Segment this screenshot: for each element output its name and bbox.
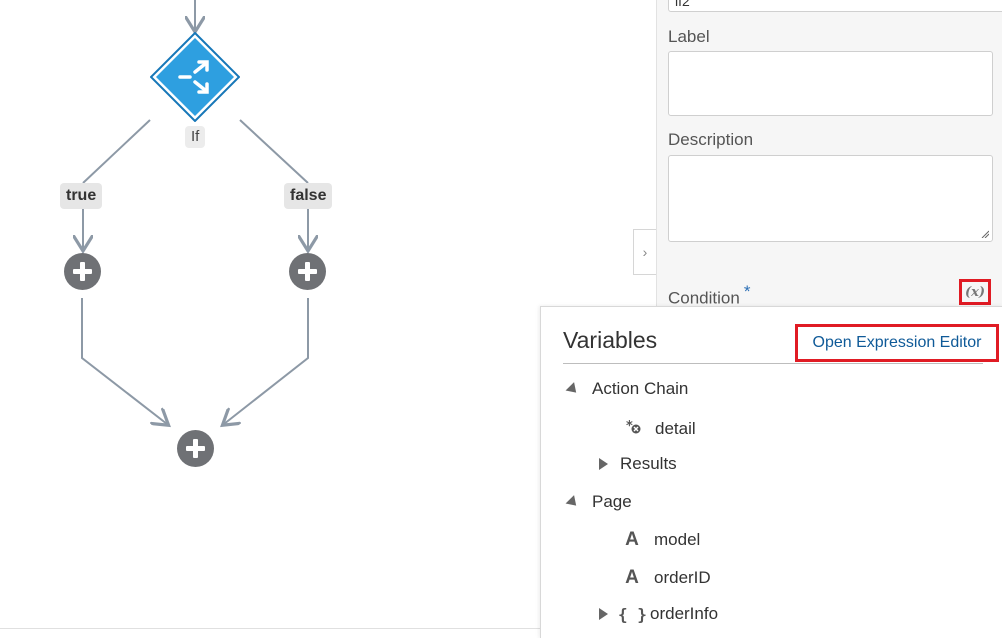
if-node-shape — [149, 31, 241, 123]
chevron-right-icon: › — [642, 244, 648, 260]
description-field[interactable] — [668, 155, 993, 242]
tree-node-orderinfo[interactable]: { } orderInfo — [599, 604, 718, 624]
label-field-label: Label — [668, 27, 710, 46]
description-field-label: Description — [668, 130, 754, 149]
string-type-icon: A — [625, 567, 639, 588]
tree-node-detail[interactable]: * detail — [624, 417, 696, 440]
if-node[interactable] — [149, 31, 241, 123]
connector-false-branch — [239, 119, 309, 184]
collapse-panel-button[interactable]: › — [633, 229, 656, 275]
tree-node-page[interactable]: Page — [565, 492, 632, 512]
add-action-false-button[interactable] — [289, 253, 326, 290]
connector-true-merge — [81, 298, 167, 424]
open-expression-editor-link[interactable]: Open Expression Editor — [795, 324, 999, 362]
variable-picker-button[interactable]: (x) — [959, 279, 991, 305]
tree-node-label: detail — [655, 418, 696, 438]
tree-node-orderid[interactable]: A orderID — [622, 567, 711, 589]
string-type-icon: A — [625, 529, 639, 550]
tree-node-label: Action Chain — [592, 379, 689, 398]
add-action-true-button[interactable] — [64, 253, 101, 290]
true-branch-label: true — [60, 183, 103, 209]
tree-node-model[interactable]: A model — [622, 529, 700, 551]
variables-popup: Variables Open Expression Editor Action … — [540, 306, 1002, 638]
tree-node-label: Page — [592, 492, 632, 511]
false-branch-label: false — [284, 183, 333, 209]
id-field[interactable]: if2 — [668, 0, 1002, 12]
label-input[interactable] — [669, 52, 992, 115]
resize-grip-icon[interactable] — [981, 230, 989, 238]
collapsed-triangle-icon[interactable] — [599, 608, 608, 620]
event-variable-icon: * — [624, 417, 644, 440]
collapsed-triangle-icon[interactable] — [599, 458, 608, 470]
svg-text:*: * — [626, 419, 633, 434]
popup-title: Variables — [563, 327, 658, 353]
label-field[interactable] — [668, 51, 993, 116]
variable-icon: (x) — [964, 284, 986, 300]
connector-false-merge — [224, 298, 309, 424]
condition-field-label: Condition * — [668, 282, 750, 309]
if-node-label: If — [185, 126, 206, 148]
popup-divider — [563, 363, 983, 364]
connector-true-branch — [82, 119, 151, 184]
tree-node-label: model — [654, 530, 701, 549]
expanded-triangle-icon[interactable] — [565, 381, 581, 397]
tree-node-results[interactable]: Results — [599, 454, 677, 474]
required-marker: * — [743, 282, 751, 301]
object-type-icon: { } — [618, 604, 647, 624]
description-input[interactable] — [669, 156, 992, 241]
tree-node-label: orderID — [654, 568, 711, 587]
add-action-after-if-button[interactable] — [177, 430, 214, 467]
expanded-triangle-icon[interactable] — [565, 494, 581, 510]
condition-label-text: Condition — [668, 288, 740, 308]
tree-node-action-chain[interactable]: Action Chain — [565, 379, 689, 399]
tree-node-label: Results — [620, 454, 677, 473]
tree-node-label: orderInfo — [650, 604, 719, 623]
